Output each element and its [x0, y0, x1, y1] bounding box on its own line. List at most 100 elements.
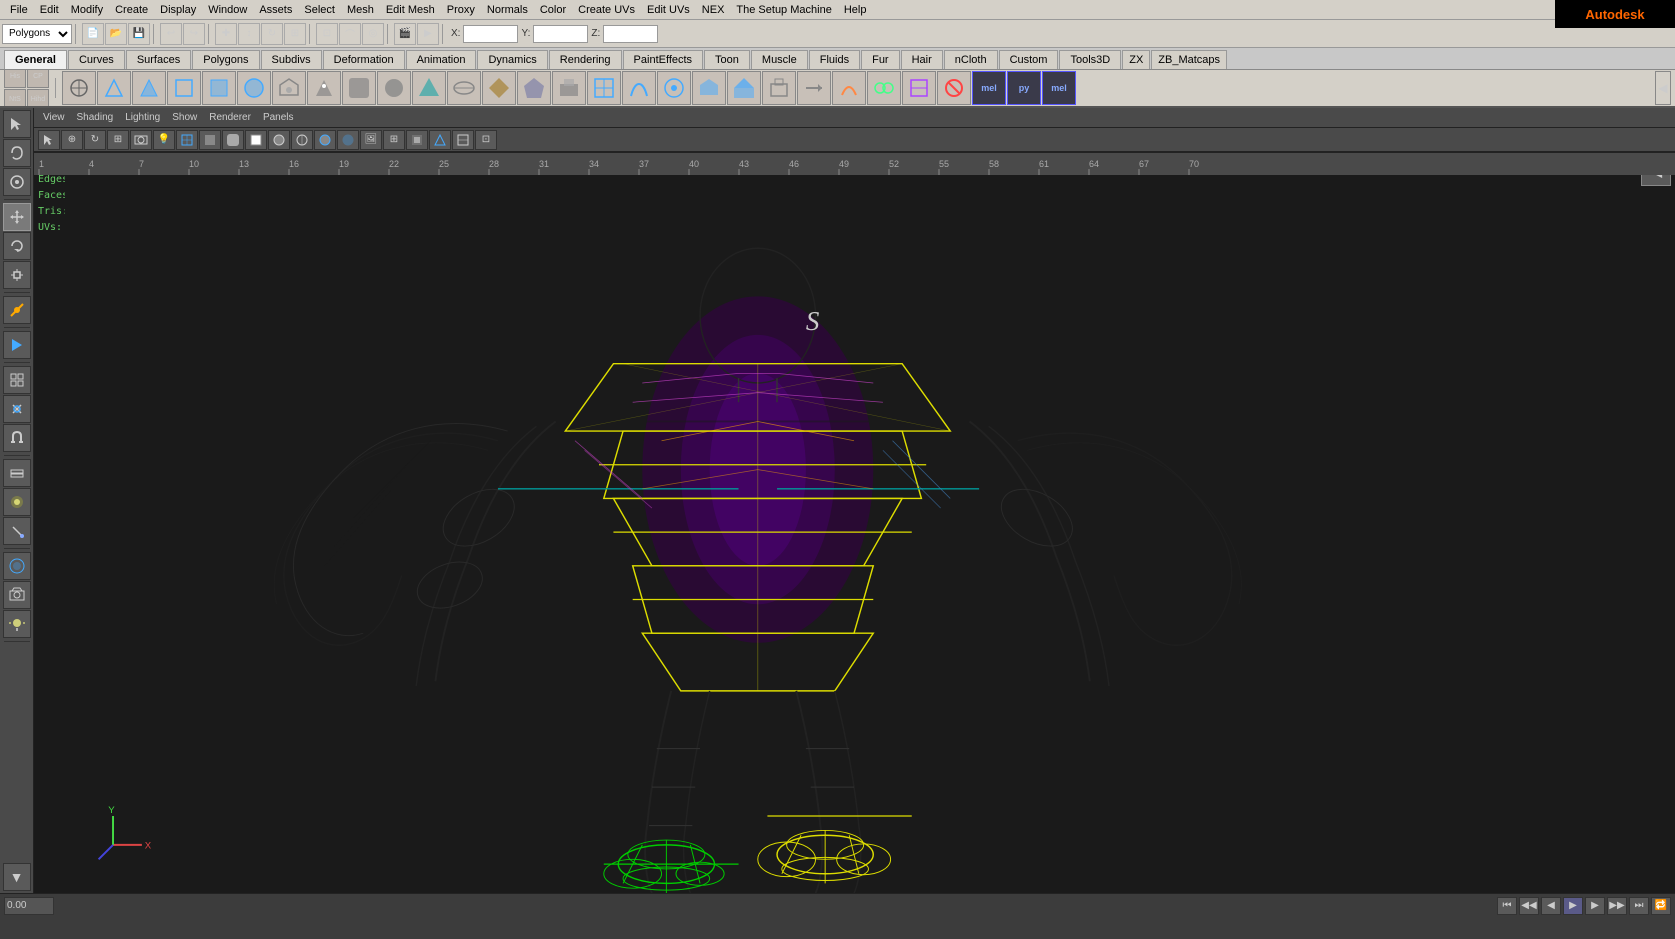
- shelf-icon-14[interactable]: [517, 71, 551, 105]
- shelf-tab-zx[interactable]: ZX: [1122, 50, 1150, 69]
- menu-nex[interactable]: NEX: [696, 2, 731, 18]
- transport-loop-btn[interactable]: 🔁: [1651, 897, 1671, 915]
- shelf-tab-general[interactable]: General: [4, 50, 67, 69]
- vp-tb-smooth[interactable]: [222, 130, 244, 150]
- shelf-tab-toon[interactable]: Toon: [704, 50, 750, 69]
- vp-menu-renderer[interactable]: Renderer: [204, 111, 256, 124]
- transport-prev-frame-btn[interactable]: ◀◀: [1519, 897, 1539, 915]
- select-tool-side[interactable]: [3, 110, 31, 138]
- shelf-icon-6[interactable]: [237, 71, 271, 105]
- menu-mesh[interactable]: Mesh: [341, 2, 380, 18]
- transport-next-frame-btn[interactable]: ▶▶: [1607, 897, 1627, 915]
- shelf-tab-custom[interactable]: Custom: [999, 50, 1059, 69]
- shelf-tab-curves[interactable]: Curves: [68, 50, 125, 69]
- vp-tb-wire2[interactable]: [291, 130, 313, 150]
- coord-z-input[interactable]: [603, 25, 658, 43]
- rotate-tool-side[interactable]: [3, 232, 31, 260]
- move-tool-side[interactable]: [3, 203, 31, 231]
- vp-tb-scale[interactable]: ⊞: [107, 130, 129, 150]
- scale-tool-side[interactable]: [3, 261, 31, 289]
- shelf-tab-deformation[interactable]: Deformation: [323, 50, 405, 69]
- vp-tb-cull[interactable]: [429, 130, 451, 150]
- shelf-his-btn[interactable]: His: [4, 70, 26, 88]
- shelf-icon-10[interactable]: [377, 71, 411, 105]
- shelf-icon-13[interactable]: [482, 71, 516, 105]
- vp-tb-cam[interactable]: [130, 130, 152, 150]
- shelf-icon-16[interactable]: [587, 71, 621, 105]
- shelf-nts-btn[interactable]: NtS: [4, 89, 26, 109]
- snap-side[interactable]: [3, 395, 31, 423]
- shelf-icon-19[interactable]: [692, 71, 726, 105]
- magnet-side[interactable]: [3, 424, 31, 452]
- menu-help[interactable]: Help: [838, 2, 873, 18]
- shelf-icon-15[interactable]: [552, 71, 586, 105]
- scale-tool-button[interactable]: ⊞: [284, 23, 306, 45]
- menu-edit[interactable]: Edit: [34, 2, 65, 18]
- vp-tb-wireframe[interactable]: [176, 130, 198, 150]
- shelf-icon-mel1[interactable]: mel: [972, 71, 1006, 105]
- menu-setup-machine[interactable]: The Setup Machine: [730, 2, 837, 18]
- viewport-canvas[interactable]: Verts: 9855 0 0 Edges: 21395 0 0 Faces: …: [34, 152, 1675, 893]
- vp-menu-view[interactable]: View: [38, 111, 70, 124]
- shelf-icon-26[interactable]: [937, 71, 971, 105]
- menu-edit-mesh[interactable]: Edit Mesh: [380, 2, 441, 18]
- shelf-tab-animation[interactable]: Animation: [406, 50, 477, 69]
- undo-button[interactable]: ↩: [160, 23, 182, 45]
- shelf-icon-1[interactable]: [62, 71, 96, 105]
- layer-side[interactable]: [3, 459, 31, 487]
- shelf-icon-4[interactable]: [167, 71, 201, 105]
- shelf-icon-11[interactable]: [412, 71, 446, 105]
- render-button[interactable]: ▶: [417, 23, 439, 45]
- transport-play-btn[interactable]: ▶: [1563, 897, 1583, 915]
- shelf-tab-painteffects[interactable]: PaintEffects: [623, 50, 704, 69]
- lasso-tool-side[interactable]: [3, 139, 31, 167]
- menu-create[interactable]: Create: [109, 2, 154, 18]
- vp-tb-outline[interactable]: [268, 130, 290, 150]
- shelf-tab-tools3d[interactable]: Tools3D: [1059, 50, 1121, 69]
- redo-button[interactable]: ↪: [183, 23, 205, 45]
- shelf-cp-btn[interactable]: CP: [27, 70, 49, 88]
- select-tool-button[interactable]: ✚: [215, 23, 237, 45]
- shelf-icon-17[interactable]: [622, 71, 656, 105]
- shelf-icon-5[interactable]: [202, 71, 236, 105]
- render-side[interactable]: [3, 331, 31, 359]
- snap-grid-button[interactable]: ⊡: [316, 23, 338, 45]
- mode-select[interactable]: Polygons Surfaces Dynamics Rendering Ani…: [2, 24, 72, 44]
- menu-select[interactable]: Select: [298, 2, 341, 18]
- sidebar-expand-btn[interactable]: ▼: [3, 863, 31, 891]
- vp-tb-shade-wire[interactable]: [314, 130, 336, 150]
- shelf-icon-mel3[interactable]: mel: [1042, 71, 1076, 105]
- shelf-tab-muscle[interactable]: Muscle: [751, 50, 808, 69]
- new-scene-button[interactable]: 📄: [82, 23, 104, 45]
- grid-side[interactable]: [3, 366, 31, 394]
- vp-tb-solid[interactable]: [199, 130, 221, 150]
- shelf-tab-hair[interactable]: Hair: [901, 50, 943, 69]
- menu-edit-uvs[interactable]: Edit UVs: [641, 2, 696, 18]
- menu-modify[interactable]: Modify: [65, 2, 109, 18]
- vp-tb-render-mode2[interactable]: [406, 130, 428, 150]
- shelf-icon-2[interactable]: [97, 71, 131, 105]
- vp-tb-solid2[interactable]: [245, 130, 267, 150]
- snap-point-button[interactable]: ◎: [362, 23, 384, 45]
- vp-tb-select[interactable]: [38, 130, 60, 150]
- rotate-tool-button[interactable]: ↻: [261, 23, 283, 45]
- shelf-hihd-btn[interactable]: Hihd: [27, 89, 49, 109]
- coord-x-input[interactable]: [463, 25, 518, 43]
- shelf-tab-polygons[interactable]: Polygons: [192, 50, 259, 69]
- render-settings-button[interactable]: 🎬: [394, 23, 416, 45]
- vp-menu-shading[interactable]: Shading: [72, 111, 119, 124]
- vp-menu-panels[interactable]: Panels: [258, 111, 299, 124]
- vp-tb-uvs[interactable]: [452, 130, 474, 150]
- camera-side[interactable]: [3, 581, 31, 609]
- shelf-scroll-right[interactable]: ◀: [1655, 71, 1671, 105]
- shelf-icon-18[interactable]: [657, 71, 691, 105]
- shelf-tab-ncloth[interactable]: nCloth: [944, 50, 998, 69]
- transport-step-back-btn[interactable]: ◀: [1541, 897, 1561, 915]
- shelf-icon-9[interactable]: [342, 71, 376, 105]
- menu-color[interactable]: Color: [534, 2, 572, 18]
- shelf-icon-20[interactable]: [727, 71, 761, 105]
- vp-tb-texture[interactable]: 🖼: [360, 130, 382, 150]
- menu-assets[interactable]: Assets: [253, 2, 298, 18]
- shelf-icon-3[interactable]: [132, 71, 166, 105]
- timeline-ruler[interactable]: 1 4 7 10 13 16 19 22: [34, 153, 1675, 175]
